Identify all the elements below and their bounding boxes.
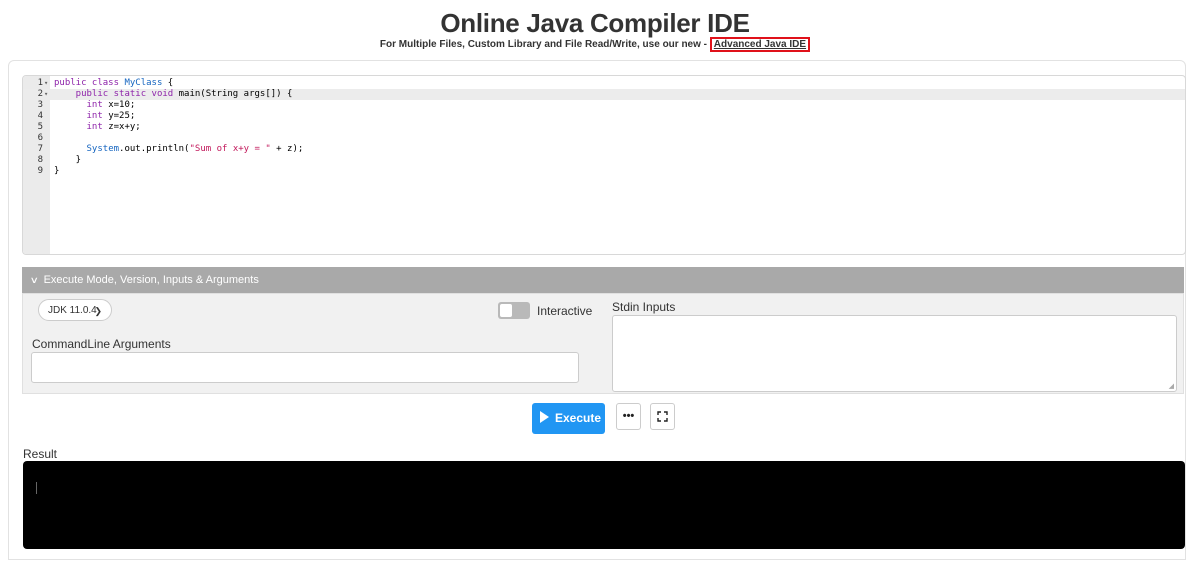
code-line[interactable]: 6 — [23, 133, 1185, 144]
code-text: public static void main(String args[]) { — [54, 89, 293, 99]
toggle-knob — [500, 304, 512, 317]
code-text: } — [54, 155, 82, 165]
code-line[interactable]: 3 int x=10; — [23, 100, 1185, 111]
line-number: 8 — [37, 155, 43, 165]
page-title: Online Java Compiler IDE — [440, 8, 750, 38]
resize-handle-icon[interactable]: ◢ — [1169, 382, 1174, 390]
chevron-down-icon: ∨ — [29, 275, 39, 285]
code-line[interactable]: 1 ▾ public class MyClass { — [23, 78, 1185, 89]
code-line[interactable]: 9 } — [23, 166, 1185, 177]
code-line-active[interactable]: 2 ▾ public static void main(String args[… — [23, 89, 1185, 100]
cmd-args-input[interactable] — [31, 352, 579, 383]
result-label: Result — [23, 447, 58, 461]
code-line[interactable]: 8 } — [23, 155, 1185, 166]
more-options-button[interactable]: ••• — [616, 403, 641, 430]
line-number: 1 — [37, 78, 43, 88]
line-number: 7 — [37, 144, 43, 154]
subtitle-text: For Multiple Files, Custom Library and F… — [379, 39, 710, 50]
page-subtitle: For Multiple Files, Custom Library and F… — [0, 37, 1190, 52]
line-number: 3 — [37, 100, 43, 110]
execute-button[interactable]: Execute — [532, 403, 605, 434]
code-line[interactable]: 5 int z=x+y; — [23, 122, 1185, 133]
advanced-java-ide-link[interactable]: Advanced Java IDE — [709, 37, 811, 52]
line-number: 2 — [37, 89, 43, 99]
code-line[interactable]: 7 System.out.println("Sum of x+y = " + z… — [23, 144, 1185, 155]
play-icon — [540, 411, 549, 423]
line-number: 4 — [37, 111, 43, 121]
stdin-textarea[interactable]: ◢ — [612, 315, 1177, 392]
line-number: 9 — [37, 166, 43, 176]
jdk-version-value: JDK 11.0.4 — [48, 305, 97, 316]
ellipsis-icon: ••• — [622, 410, 635, 422]
fold-arrow-icon[interactable]: ▾ — [44, 89, 48, 100]
chevron-down-icon: ❯ — [94, 306, 102, 316]
fullscreen-icon — [657, 411, 668, 422]
page-header: Online Java Compiler IDE For Multiple Fi… — [0, 0, 1190, 52]
fullscreen-button[interactable] — [650, 403, 675, 430]
code-text: int x=10; — [54, 100, 136, 110]
result-output[interactable] — [23, 461, 1185, 549]
line-number: 5 — [37, 122, 43, 132]
fold-arrow-icon[interactable]: ▾ — [44, 78, 48, 89]
code-text: int z=x+y; — [54, 122, 141, 132]
code-text: public class MyClass { — [54, 78, 174, 88]
options-panel-title: Execute Mode, Version, Inputs & Argument… — [43, 274, 259, 286]
code-text: System.out.println("Sum of x+y = " + z); — [86, 144, 304, 154]
line-number: 6 — [37, 133, 43, 143]
code-editor[interactable]: 1 ▾ public class MyClass { 2 ▾ public st… — [22, 75, 1186, 255]
stdin-label: Stdin Inputs — [612, 300, 676, 314]
code-text: int y=25; — [54, 111, 136, 121]
jdk-version-select[interactable]: JDK 11.0.4 ❯ — [38, 299, 112, 321]
code-text: } — [54, 166, 60, 176]
code-line[interactable]: 4 int y=25; — [23, 111, 1185, 122]
options-panel-header[interactable]: ∨ Execute Mode, Version, Inputs & Argumen… — [22, 267, 1184, 293]
interactive-toggle[interactable] — [498, 302, 530, 319]
cmd-args-label: CommandLine Arguments — [32, 337, 171, 351]
interactive-label: Interactive — [537, 304, 593, 318]
text-cursor — [36, 482, 37, 494]
execute-label: Execute — [555, 411, 602, 425]
